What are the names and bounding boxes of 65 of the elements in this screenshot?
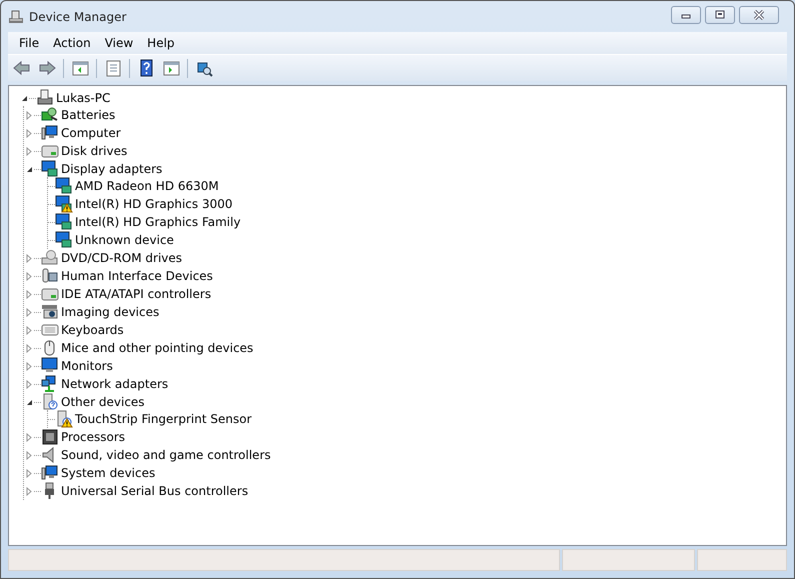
tree-item[interactable]: Processors xyxy=(59,428,128,446)
tree-item[interactable]: Computer xyxy=(59,124,123,142)
tree-item[interactable]: Human Interface Devices xyxy=(59,267,215,285)
display-adapter-icon xyxy=(41,160,59,178)
tree-item[interactable]: DVD/CD-ROM drives xyxy=(59,249,184,267)
document-icon xyxy=(104,59,122,77)
maximize-button[interactable] xyxy=(705,6,735,24)
tree-item[interactable]: Network adapters xyxy=(59,375,170,393)
tree-item[interactable]: Keyboards xyxy=(59,321,126,339)
expand-arrow-icon[interactable] xyxy=(26,450,32,460)
expand-arrow-icon[interactable] xyxy=(26,110,32,120)
computer-icon xyxy=(41,124,59,142)
collapse-arrow-icon[interactable] xyxy=(26,166,32,172)
tree-item[interactable]: System devices xyxy=(59,464,158,482)
tree-item[interactable]: Unknown device xyxy=(73,231,176,249)
expand-arrow-icon[interactable] xyxy=(26,362,32,370)
computer-icon xyxy=(41,464,59,482)
expand-arrow-icon[interactable] xyxy=(26,146,32,156)
expand-arrow-icon[interactable] xyxy=(26,344,32,352)
expand-arrow-icon[interactable] xyxy=(26,486,32,496)
window-title: Device Manager xyxy=(29,8,126,26)
tree-item[interactable]: Display adapters xyxy=(59,160,164,178)
tree-item[interactable]: AMD Radeon HD 6630M xyxy=(73,177,221,195)
menu-item[interactable]: Help xyxy=(140,34,182,52)
expand-arrow-icon[interactable] xyxy=(26,468,32,478)
tree-item[interactable]: Batteries xyxy=(59,106,118,124)
tree-item[interactable]: Monitors xyxy=(59,357,115,375)
menu-item[interactable]: Action xyxy=(46,34,98,52)
expand-arrow-icon[interactable] xyxy=(26,254,32,262)
tree-item[interactable]: Disk drives xyxy=(59,142,130,160)
minimize-button[interactable] xyxy=(671,6,701,24)
tree-item[interactable]: Intel(R) HD Graphics Family xyxy=(73,213,243,231)
forward-arrow-icon xyxy=(38,59,56,77)
maximize-icon xyxy=(715,10,725,19)
computer-icon xyxy=(36,89,54,107)
expand-arrow-icon[interactable] xyxy=(26,380,32,388)
menu-item[interactable]: File xyxy=(12,34,46,52)
tree-item[interactable]: Other devices xyxy=(59,393,147,411)
camera-icon xyxy=(41,303,59,321)
expand-arrow-icon[interactable] xyxy=(26,128,32,138)
optical-drive-icon xyxy=(41,249,59,267)
close-button[interactable] xyxy=(739,6,779,24)
tree-item[interactable]: Universal Serial Bus controllers xyxy=(59,482,250,500)
tree-item[interactable]: Imaging devices xyxy=(59,303,162,321)
panel-icon xyxy=(71,59,89,77)
tree-item[interactable]: TouchStrip Fingerprint Sensor xyxy=(73,410,254,428)
collapse-arrow-icon[interactable] xyxy=(20,94,28,102)
panel-icon xyxy=(162,59,180,77)
menu-item[interactable]: View xyxy=(98,34,140,52)
tree-item[interactable]: Mice and other pointing devices xyxy=(59,339,256,357)
tree-item[interactable]: Intel(R) HD Graphics 3000 xyxy=(73,195,235,213)
tree-item[interactable]: Sound, video and game controllers xyxy=(59,446,273,464)
device-manager-icon xyxy=(8,9,24,26)
expand-arrow-icon[interactable] xyxy=(26,272,32,280)
tree-item[interactable]: IDE ATA/ATAPI controllers xyxy=(59,285,214,303)
hid-icon xyxy=(41,267,59,285)
collapse-arrow-icon[interactable] xyxy=(26,398,32,406)
expand-arrow-icon[interactable] xyxy=(26,326,32,334)
expand-arrow-icon[interactable] xyxy=(26,290,32,298)
unknown-device-icon xyxy=(41,393,59,411)
expand-arrow-icon[interactable] xyxy=(26,432,32,442)
back-arrow-icon xyxy=(13,59,31,77)
tree-item[interactable]: Lukas-PC xyxy=(54,89,112,107)
expand-arrow-icon[interactable] xyxy=(26,308,32,316)
close-icon xyxy=(753,10,765,20)
